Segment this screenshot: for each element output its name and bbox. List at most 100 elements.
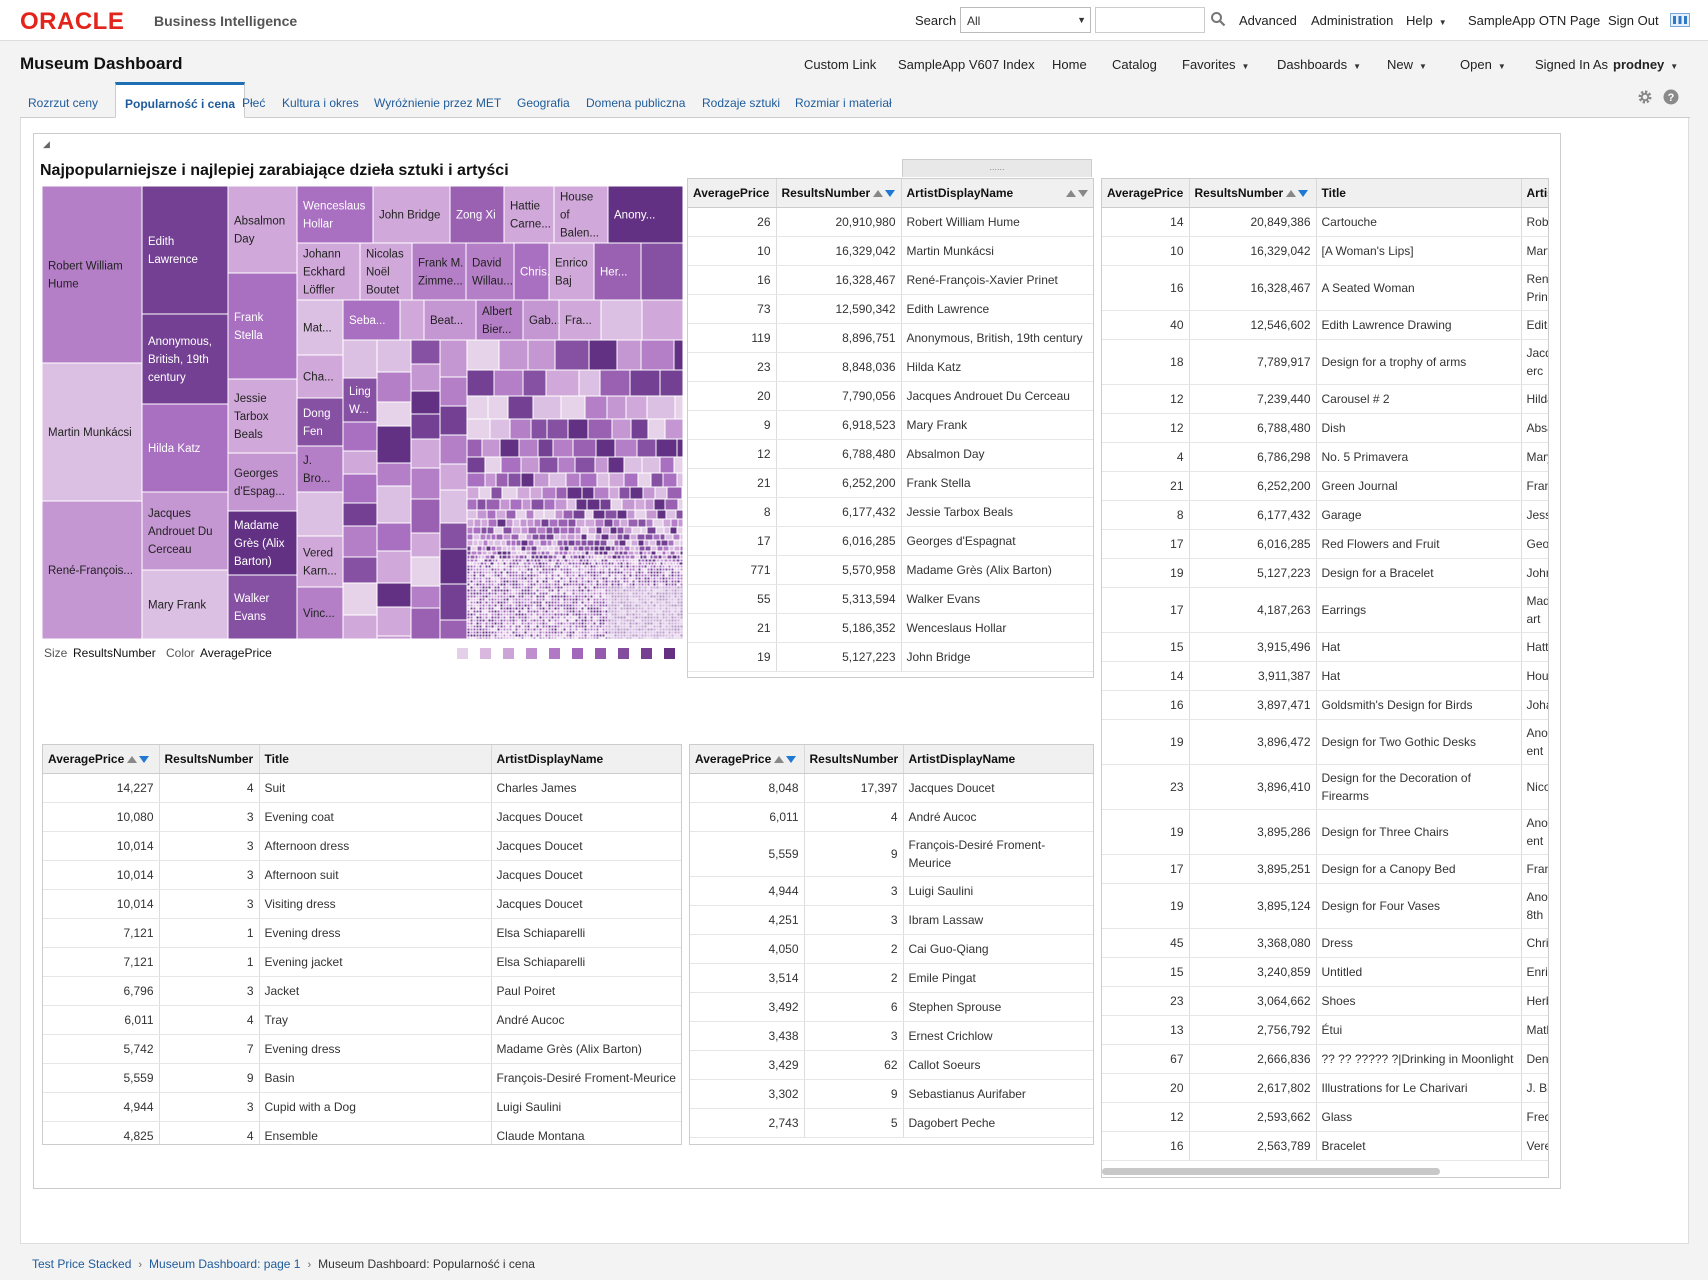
- treemap-tile[interactable]: [653, 498, 666, 511]
- treemap-tile[interactable]: [439, 548, 468, 585]
- treemap-tile[interactable]: [594, 533, 602, 541]
- treemap-tile[interactable]: [597, 554, 604, 560]
- treemap-tile[interactable]: [640, 242, 683, 301]
- treemap-tile[interactable]: [501, 486, 518, 500]
- treemap-tile[interactable]: [661, 554, 668, 560]
- treemap-tile[interactable]: [593, 554, 599, 560]
- column-header-artistdisplayname[interactable]: ArtistDisplayName: [903, 745, 1093, 774]
- column-header-averageprice[interactable]: AveragePrice: [1102, 179, 1190, 208]
- treemap-tile[interactable]: [552, 526, 561, 535]
- treemap-tile[interactable]: [520, 545, 527, 552]
- treemap-tile[interactable]: [540, 518, 550, 528]
- treemap-tile[interactable]: [610, 498, 623, 511]
- treemap-tile[interactable]: [648, 539, 657, 547]
- treemap-tile[interactable]: [376, 462, 412, 487]
- oracle-logo[interactable]: ORACLE: [20, 8, 124, 36]
- treemap-tile[interactable]: [516, 486, 531, 500]
- treemap-tile[interactable]: [656, 509, 667, 520]
- treemap-tile[interactable]: [537, 438, 554, 458]
- treemap-tile[interactable]: [548, 472, 567, 488]
- treemap[interactable]: Robert William HumeMartin MunkácsiRené-Fr…: [42, 186, 683, 639]
- treemap-tile[interactable]: [546, 539, 553, 547]
- treemap-tile[interactable]: [342, 614, 378, 639]
- treemap-tile[interactable]: [410, 532, 441, 558]
- column-header-resultsnumber[interactable]: ResultsNumber: [804, 745, 904, 774]
- treemap-tile[interactable]: [466, 533, 474, 541]
- treemap-tile[interactable]: [676, 526, 683, 535]
- treemap-tile[interactable]: [574, 526, 582, 535]
- treemap-tile[interactable]: [580, 539, 588, 547]
- treemap-tile[interactable]: [665, 550, 671, 556]
- treemap-tile[interactable]: [466, 472, 486, 488]
- treemap-tile[interactable]: [498, 339, 529, 371]
- treemap-tile[interactable]: [584, 550, 590, 556]
- user-menu[interactable]: prodney: [1613, 57, 1678, 72]
- horizontal-scrollbar[interactable]: [1102, 1168, 1440, 1175]
- treemap-tile[interactable]: [486, 526, 495, 535]
- tab-domena-publiczna[interactable]: Domena publiczna: [586, 82, 685, 118]
- treemap-tile[interactable]: [493, 369, 524, 397]
- treemap-tile[interactable]: [638, 545, 646, 552]
- treemap-tile[interactable]: [677, 518, 683, 528]
- column-header-artistdisplayname[interactable]: ArtistDisplayName: [901, 179, 1093, 208]
- column-header-artist[interactable]: Artis: [1521, 179, 1548, 208]
- gear-icon[interactable]: [1637, 89, 1653, 105]
- treemap-tile[interactable]: [603, 518, 614, 528]
- treemap-tile[interactable]: [525, 533, 533, 541]
- grid-icon[interactable]: [1670, 13, 1690, 27]
- treemap-tile[interactable]: [623, 526, 633, 535]
- help-menu[interactable]: Help: [1406, 13, 1447, 28]
- treemap-tile[interactable]: [476, 545, 483, 552]
- treemap-tile[interactable]: [619, 518, 629, 528]
- tab-rodzaje-sztuki[interactable]: Rodzaje sztuki: [702, 82, 780, 118]
- treemap-tile[interactable]: [501, 550, 508, 556]
- treemap-tile[interactable]: [376, 606, 412, 637]
- treemap-tile[interactable]: [637, 472, 652, 488]
- treemap-tile[interactable]: [533, 539, 541, 547]
- treemap-tile[interactable]: [466, 545, 472, 552]
- custom-link[interactable]: Custom Link: [804, 57, 876, 72]
- treemap-tile[interactable]: [562, 509, 574, 520]
- treemap-tile[interactable]: [410, 438, 441, 469]
- treemap-tile[interactable]: [481, 550, 488, 556]
- treemap-tile[interactable]: [612, 518, 621, 528]
- treemap-tile[interactable]: [296, 397, 344, 447]
- treemap-tile[interactable]: [620, 554, 626, 560]
- dashboards-menu[interactable]: Dashboards: [1277, 57, 1361, 72]
- treemap-tile[interactable]: [478, 486, 492, 500]
- treemap-tile[interactable]: [495, 545, 503, 552]
- treemap-tile[interactable]: [679, 539, 683, 547]
- treemap-tile[interactable]: [342, 582, 378, 616]
- treemap-tile[interactable]: [567, 550, 573, 556]
- treemap-tile[interactable]: [479, 533, 487, 541]
- treemap-tile[interactable]: [439, 376, 468, 407]
- treemap-tile[interactable]: [510, 539, 517, 547]
- treemap-tile[interactable]: [466, 369, 495, 397]
- treemap-tile[interactable]: [611, 554, 618, 560]
- treemap-tile[interactable]: [607, 456, 625, 474]
- treemap-tile[interactable]: [547, 545, 555, 552]
- treemap-tile[interactable]: [465, 242, 515, 301]
- treemap-tile[interactable]: [496, 550, 503, 556]
- treemap-tile[interactable]: [636, 533, 646, 541]
- column-header-averageprice[interactable]: AveragePrice: [688, 179, 777, 208]
- treemap-tile[interactable]: [490, 533, 497, 541]
- treemap-tile[interactable]: [598, 550, 604, 556]
- treemap-tile[interactable]: [484, 472, 497, 488]
- treemap-tile[interactable]: [565, 554, 571, 560]
- treemap-tile[interactable]: [520, 472, 535, 488]
- treemap-tile[interactable]: [637, 518, 647, 528]
- treemap-tile[interactable]: [500, 539, 507, 547]
- treemap-tile[interactable]: [679, 533, 683, 541]
- column-header-averageprice[interactable]: AveragePrice: [43, 745, 160, 774]
- treemap-tile[interactable]: [598, 545, 606, 552]
- treemap-tile[interactable]: [592, 509, 606, 520]
- treemap-tile[interactable]: [593, 545, 600, 552]
- treemap-tile[interactable]: [480, 554, 486, 560]
- treemap-tile[interactable]: [662, 545, 670, 552]
- treemap-tile[interactable]: [296, 535, 344, 588]
- treemap-tile[interactable]: [606, 539, 615, 547]
- treemap-tile[interactable]: [604, 545, 612, 552]
- treemap-tile[interactable]: [520, 539, 529, 547]
- treemap-tile[interactable]: [588, 550, 595, 556]
